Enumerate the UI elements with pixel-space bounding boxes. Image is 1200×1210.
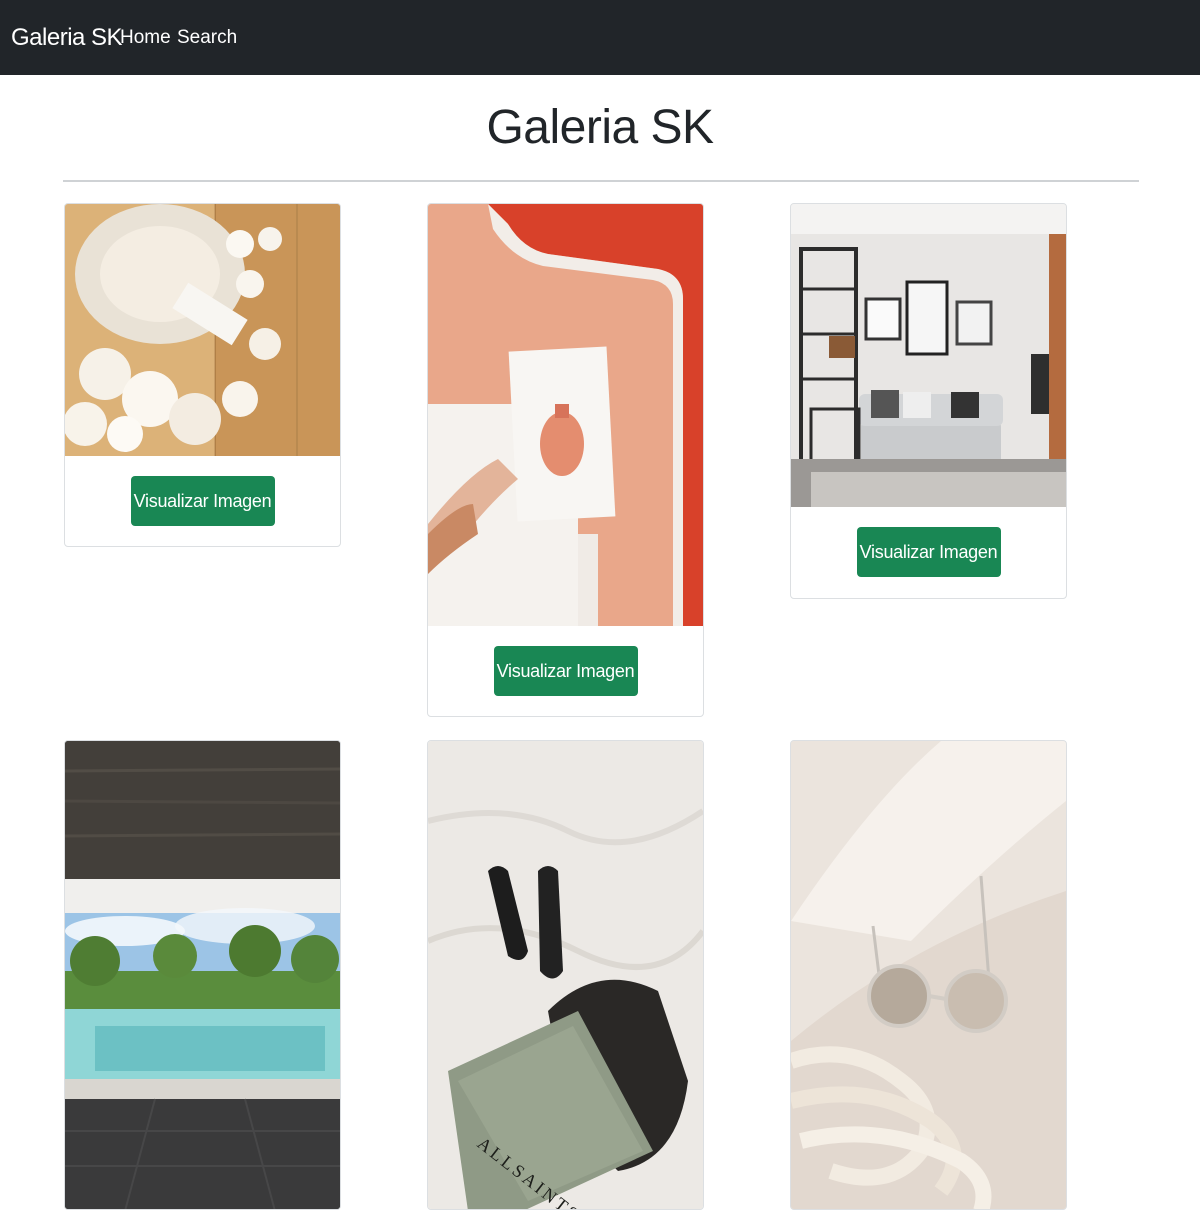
card-image-candle[interactable] [65, 204, 340, 456]
gallery-card-2: Visualizar Imagen [427, 203, 704, 717]
nav-link-search[interactable]: Search [177, 27, 237, 49]
gallery-card-6 [790, 740, 1067, 1210]
card-image-pool[interactable] [65, 741, 340, 1209]
page-title: Galeria SK [486, 101, 714, 154]
card-image-sunglasses[interactable] [791, 741, 1066, 1209]
gallery-card-1: Visualizar Imagen [64, 203, 341, 547]
card-image-hand-card[interactable] [428, 204, 703, 626]
view-image-button-1[interactable]: Visualizar Imagen [130, 476, 275, 526]
view-image-button-3[interactable]: Visualizar Imagen [856, 527, 1001, 577]
gallery-card-3: Visualizar Imagen [790, 203, 1067, 599]
card-image-shoes-bag[interactable]: ALLSAINTS [428, 741, 703, 1209]
title-divider [63, 180, 1139, 182]
navbar-brand[interactable]: Galeria SK [11, 24, 123, 52]
view-image-button-2[interactable]: Visualizar Imagen [493, 646, 638, 696]
gallery-card-4 [64, 740, 341, 1210]
card-image-living-room[interactable] [791, 204, 1066, 507]
gallery-card-5: ALLSAINTS [427, 740, 704, 1210]
nav-link-home[interactable]: Home [120, 27, 171, 49]
top-navbar: Galeria SK Home Search [0, 0, 1200, 75]
